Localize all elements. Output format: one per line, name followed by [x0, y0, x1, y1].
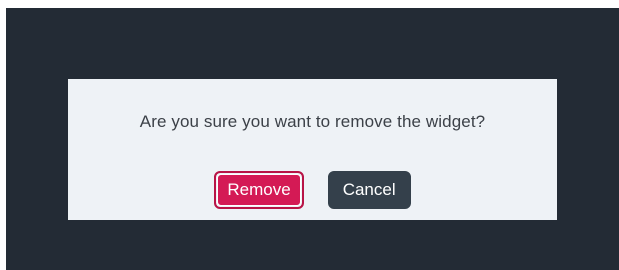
- confirm-remove-dialog: Are you sure you want to remove the widg…: [68, 79, 557, 220]
- remove-button[interactable]: Remove: [214, 171, 304, 209]
- cancel-button[interactable]: Cancel: [327, 171, 411, 209]
- dialog-actions: Remove Cancel: [68, 171, 557, 209]
- dialog-message: Are you sure you want to remove the widg…: [139, 112, 486, 131]
